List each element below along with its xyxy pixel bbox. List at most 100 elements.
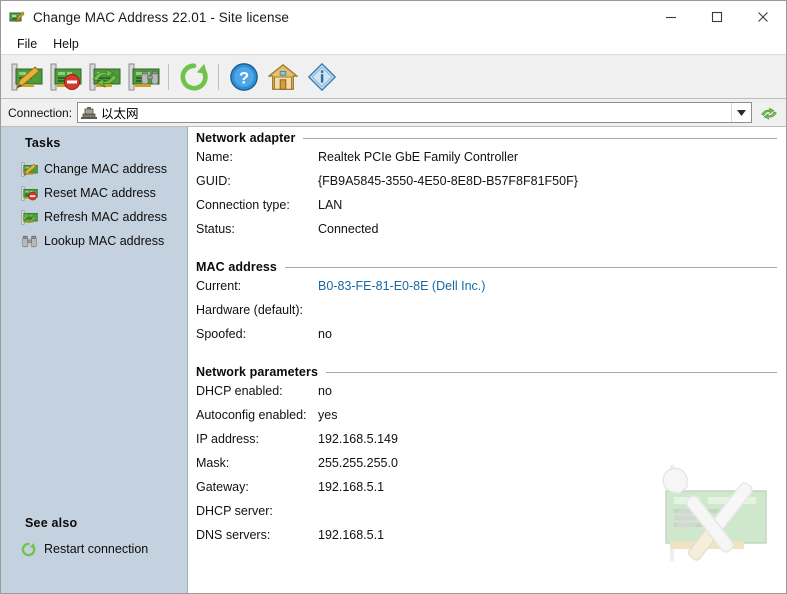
detail-row-status: Status: Connected — [196, 222, 786, 246]
sidebar-item-change-mac-address[interactable]: Change MAC address — [1, 157, 187, 181]
network-card-pencil-icon — [21, 162, 38, 177]
toolbar-reset-mac-address-button[interactable] — [46, 58, 85, 96]
detail-label: Connection type: — [196, 198, 290, 212]
toolbar-refresh-mac-address-button[interactable] — [85, 58, 124, 96]
sidebar-item-restart-connection[interactable]: Restart connection — [1, 537, 187, 561]
sidebar-tasks-heading: Tasks — [25, 136, 61, 150]
section-rows: DHCP enabled: no Autoconfig enabled: yes… — [188, 384, 786, 552]
detail-value: 192.168.5.149 — [318, 432, 398, 446]
network-card-pencil-icon — [11, 63, 43, 91]
detail-row-connection-type: Connection type: LAN — [196, 198, 786, 222]
section-divider — [326, 371, 777, 373]
close-button[interactable] — [740, 1, 786, 33]
network-card-binoculars-icon — [128, 63, 160, 91]
detail-row-autoconfig-enabled: Autoconfig enabled: yes — [196, 408, 786, 432]
detail-row-current-mac: Current: B0-83-FE-81-E0-8E (Dell Inc.) — [196, 279, 786, 303]
green-refresh-icon — [179, 62, 209, 92]
toolbar-separator — [168, 63, 169, 90]
detail-label: DHCP enabled: — [196, 384, 283, 398]
detail-value: Connected — [318, 222, 379, 236]
connection-combobox[interactable]: 以太网 — [77, 102, 752, 123]
detail-row-gateway: Gateway: 192.168.5.1 — [196, 480, 786, 504]
chevron-down-icon[interactable] — [731, 103, 751, 122]
current-mac-link[interactable]: B0-83-FE-81-E0-8E (Dell Inc.) — [318, 279, 485, 293]
detail-label: Status: — [196, 222, 235, 236]
toolbar-help-button[interactable] — [224, 58, 263, 96]
section-title: MAC address — [196, 260, 277, 274]
connection-label: Connection: — [8, 105, 73, 120]
window-body: Tasks Change MAC address Reset MAC addre… — [1, 127, 786, 593]
detail-label: Autoconfig enabled: — [196, 408, 307, 422]
menu-help[interactable]: Help — [45, 36, 87, 52]
section-header: MAC address — [188, 260, 786, 274]
network-card-refresh-icon — [21, 210, 38, 225]
network-card-stop-icon — [50, 63, 82, 91]
section-network-parameters: Network parameters DHCP enabled: no Auto… — [188, 365, 786, 552]
window-controls — [648, 1, 786, 33]
section-rows: Name: Realtek PCIe GbE Family Controller… — [188, 150, 786, 246]
toolbar — [1, 54, 786, 99]
sidebar-item-reset-mac-address[interactable]: Reset MAC address — [1, 181, 187, 205]
detail-value: {FB9A5845-3550-4E50-8E8D-B57F8F81F50F} — [318, 174, 578, 188]
detail-row-dhcp-enabled: DHCP enabled: no — [196, 384, 786, 408]
toolbar-home-button[interactable] — [263, 58, 302, 96]
detail-row-name: Name: Realtek PCIe GbE Family Controller — [196, 150, 786, 174]
detail-label: DNS servers: — [196, 528, 271, 542]
detail-label: GUID: — [196, 174, 231, 188]
menu-file[interactable]: File — [9, 36, 45, 52]
detail-row-guid: GUID: {FB9A5845-3550-4E50-8E8D-B57F8F81F… — [196, 174, 786, 198]
window-title: Change MAC Address 22.01 - Site license — [33, 9, 290, 25]
detail-row-ip-address: IP address: 192.168.5.149 — [196, 432, 786, 456]
detail-row-dhcp-server: DHCP server: — [196, 504, 786, 528]
connection-refresh-button[interactable] — [758, 102, 780, 124]
menu-bar: File Help — [1, 33, 786, 54]
minimize-button[interactable] — [648, 1, 694, 33]
detail-label: Gateway: — [196, 480, 249, 494]
details-pane: Network adapter Name: Realtek PCIe GbE F… — [188, 127, 786, 593]
detail-row-dns-servers: DNS servers: 192.168.5.1 — [196, 528, 786, 552]
detail-label: Mask: — [196, 456, 230, 470]
section-divider — [284, 266, 777, 268]
detail-value: yes — [318, 408, 338, 422]
sidebar-see-also-heading: See also — [25, 516, 78, 530]
section-title: Network adapter — [196, 131, 296, 145]
sidebar-see-also-group: See also Restart connection — [1, 513, 187, 561]
binoculars-icon — [21, 234, 38, 249]
section-mac-address: MAC address Current: B0-83-FE-81-E0-8E (… — [188, 260, 786, 351]
sidebar: Tasks Change MAC address Reset MAC addre… — [1, 127, 188, 593]
network-card-icon — [81, 106, 97, 120]
connection-selected-value: 以太网 — [101, 107, 139, 121]
detail-value: 192.168.5.1 — [318, 480, 385, 494]
toolbar-lookup-mac-address-button[interactable] — [124, 58, 163, 96]
detail-row-spoofed: Spoofed: no — [196, 327, 786, 351]
detail-value: no — [318, 384, 332, 398]
connection-bar: Connection: 以太网 — [1, 99, 786, 127]
sidebar-item-refresh-mac-address[interactable]: Refresh MAC address — [1, 205, 187, 229]
toolbar-separator — [218, 63, 219, 90]
detail-row-mask: Mask: 255.255.255.0 — [196, 456, 786, 480]
toolbar-restart-connection-button[interactable] — [174, 58, 213, 96]
section-network-adapter: Network adapter Name: Realtek PCIe GbE F… — [188, 131, 786, 246]
blue-info-diamond-icon — [307, 62, 337, 92]
section-title: Network parameters — [196, 365, 318, 379]
detail-value: no — [318, 327, 332, 341]
toolbar-about-button[interactable] — [302, 58, 341, 96]
detail-label: Hardware (default): — [196, 303, 303, 317]
maximize-button[interactable] — [694, 1, 740, 33]
app-window: Change MAC Address 22.01 - Site license … — [0, 0, 787, 594]
house-icon — [268, 62, 298, 92]
sidebar-item-lookup-mac-address[interactable]: Lookup MAC address — [1, 229, 187, 253]
toolbar-change-mac-address-button[interactable] — [7, 58, 46, 96]
sidebar-item-label: Lookup MAC address — [44, 234, 165, 248]
detail-value: Realtek PCIe GbE Family Controller — [318, 150, 519, 164]
detail-label: DHCP server: — [196, 504, 273, 518]
section-header: Network parameters — [188, 365, 786, 379]
sidebar-item-label: Restart connection — [44, 542, 149, 556]
sidebar-item-label: Refresh MAC address — [44, 210, 167, 224]
section-divider — [303, 137, 777, 139]
green-refresh-circular-icon — [759, 103, 779, 123]
title-bar: Change MAC Address 22.01 - Site license — [1, 1, 786, 33]
green-refresh-icon — [21, 542, 38, 557]
network-card-refresh-icon — [89, 63, 121, 91]
sidebar-item-label: Change MAC address — [44, 162, 167, 176]
